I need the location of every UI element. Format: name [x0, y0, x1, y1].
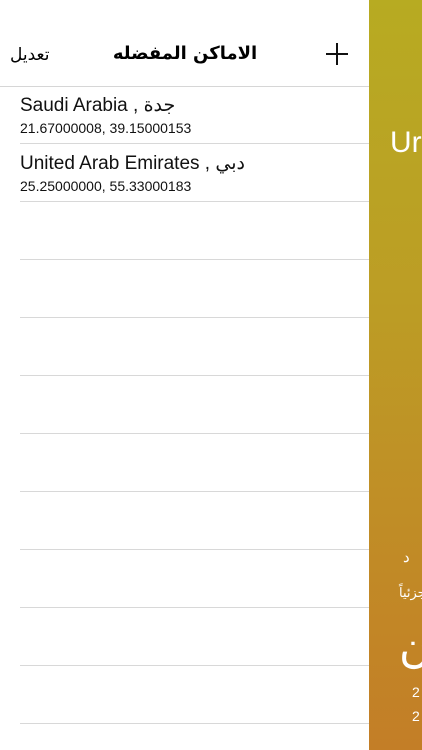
country-name: Saudi Arabia — [20, 95, 128, 116]
peek-text-a: د — [403, 549, 410, 566]
peek-text-d: 2 — [412, 684, 420, 700]
place-label: United Arab Emirates , دبي — [20, 153, 245, 174]
list-item[interactable]: Saudi Arabia , جدة 21.67000008, 39.15000… — [20, 86, 369, 144]
empty-row — [20, 492, 369, 550]
edit-button[interactable]: تعديل — [10, 45, 49, 65]
empty-row — [20, 608, 369, 666]
empty-row — [20, 434, 369, 492]
coordinates-text: 25.25000000, 55.33000183 — [20, 178, 192, 194]
navigation-bar: تعديل الاماكن المفضله — [0, 0, 369, 87]
empty-row — [20, 202, 369, 260]
peek-text-e: 2 — [412, 708, 420, 724]
list-item[interactable]: United Arab Emirates , دبي 25.25000000, … — [20, 144, 369, 202]
peek-text-b: جزئياً — [399, 585, 422, 600]
favorites-panel: تعديل الاماكن المفضله Saudi Arabia , جدة… — [0, 0, 369, 750]
city-name: دبي — [215, 153, 245, 174]
city-name: جدة — [143, 95, 176, 116]
page-title: الاماكن المفضله — [112, 43, 258, 64]
plus-icon[interactable] — [323, 40, 351, 68]
peek-large-text: ن — [399, 623, 422, 672]
favorites-list: Saudi Arabia , جدة 21.67000008, 39.15000… — [0, 86, 369, 724]
empty-row — [20, 260, 369, 318]
country-name: United Arab Emirates — [20, 153, 200, 174]
background-weather-view: Ur د جزئياً ن 2 2 — [369, 0, 422, 750]
coordinates-text: 21.67000008, 39.15000153 — [20, 120, 192, 136]
empty-row — [20, 666, 369, 724]
empty-row — [20, 318, 369, 376]
place-label: Saudi Arabia , جدة — [20, 95, 176, 116]
peek-title-text: Ur — [390, 126, 422, 159]
empty-row — [20, 376, 369, 434]
empty-row — [20, 550, 369, 608]
